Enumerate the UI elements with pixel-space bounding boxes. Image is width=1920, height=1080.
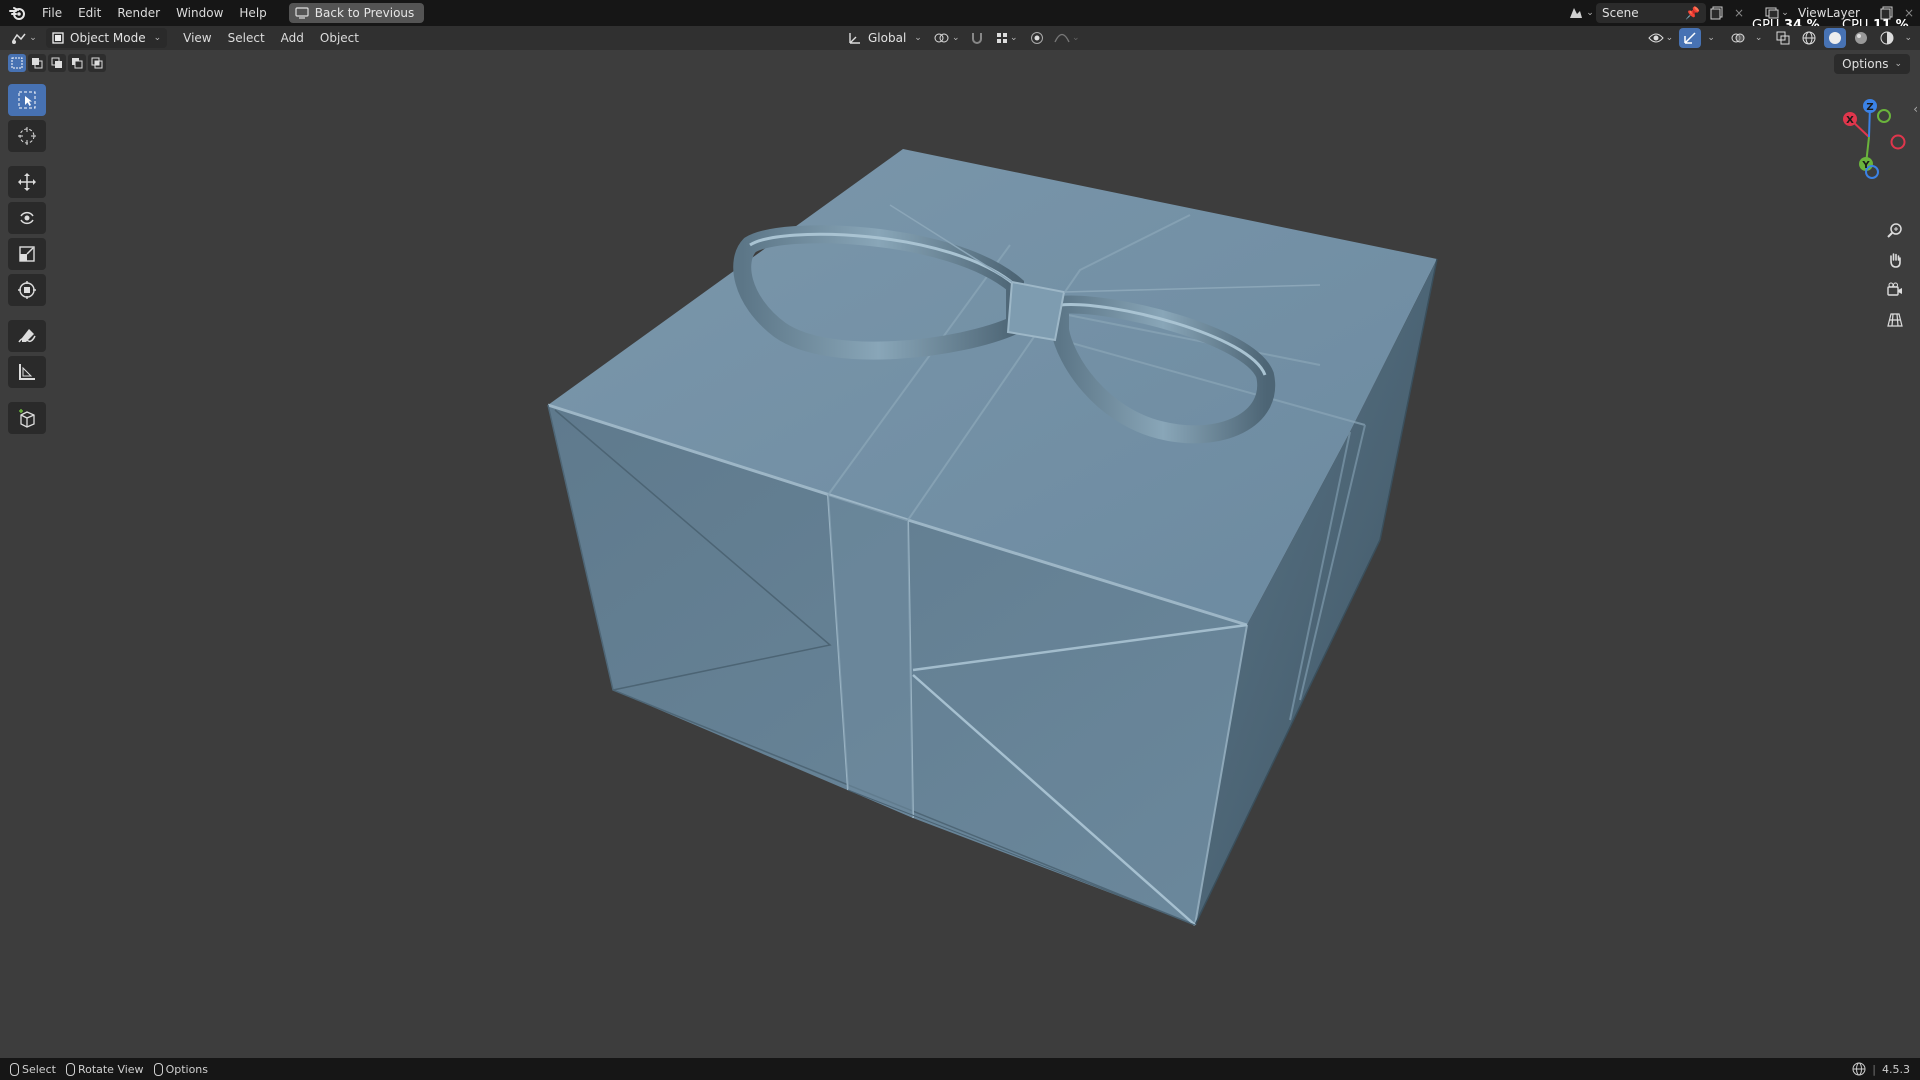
blender-logo-icon[interactable] (0, 0, 34, 26)
back-to-previous-button[interactable]: Back to Previous (288, 3, 425, 23)
shading-menu-chevron[interactable]: ⌄ (1904, 33, 1912, 43)
menu-window[interactable]: Window (168, 0, 231, 26)
header-menu-add[interactable]: Add (273, 26, 312, 50)
3d-viewport[interactable]: Options ⌄ ‹ X Y Z (0, 50, 1920, 1058)
proportional-edit-icon[interactable] (1026, 28, 1048, 48)
overlays-toggle-icon[interactable] (1727, 28, 1749, 48)
back-to-previous-label: Back to Previous (314, 6, 415, 20)
bow-knot (1006, 280, 1066, 342)
rendered-shading-icon[interactable] (1876, 28, 1898, 48)
overlays-menu-chevron[interactable]: ⌄ (1755, 33, 1763, 43)
globe-icon[interactable] (1852, 1062, 1866, 1076)
scene-selector-icon[interactable]: ⌄ (1566, 3, 1596, 23)
menu-edit[interactable]: Edit (70, 0, 109, 26)
status-rotate-hint: Rotate View (65, 1062, 144, 1076)
menu-help[interactable]: Help (231, 0, 274, 26)
mouse-left-icon (10, 1062, 19, 1076)
scene-name: Scene (1602, 6, 1639, 20)
mouse-right-icon (153, 1062, 163, 1076)
header-menu-view[interactable]: View (175, 26, 219, 50)
status-rotate-label: Rotate View (77, 1062, 144, 1076)
blender-version: 4.5.3 (1882, 1062, 1910, 1076)
falloff-icon[interactable]: ⌄ (1052, 28, 1082, 48)
viewport-header: ⌄ Object Mode ⌄ View Select Add Object G… (0, 26, 1920, 50)
object-mode-icon (52, 32, 64, 44)
xray-toggle-icon[interactable] (1772, 28, 1794, 48)
pivot-point-icon[interactable]: ⌄ (932, 28, 962, 48)
header-center-controls: Global ⌄ ⌄ ⌄ ⌄ (836, 26, 1082, 50)
object-mode-label: Object Mode (70, 31, 146, 45)
header-menu-object[interactable]: Object (312, 26, 367, 50)
transform-orientation-select[interactable]: Global ⌄ (842, 28, 928, 48)
screen-icon (295, 7, 309, 19)
visibility-icon[interactable]: ⌄ (1645, 28, 1675, 48)
gizmo-menu-chevron[interactable]: ⌄ (1707, 33, 1715, 43)
gizmo-toggle-icon[interactable] (1679, 28, 1702, 48)
top-menu-bar: File Edit Render Window Help Back to Pre… (0, 0, 1920, 26)
status-select-label: Select (22, 1062, 56, 1076)
material-shading-icon[interactable] (1850, 28, 1872, 48)
snap-target-icon[interactable]: ⌄ (992, 28, 1022, 48)
delete-scene-icon[interactable]: × (1728, 3, 1750, 23)
chevron-down-icon: ⌄ (153, 33, 162, 43)
status-select-hint: Select (10, 1062, 56, 1076)
snap-toggle-icon[interactable] (966, 28, 988, 48)
gift-box-model[interactable] (0, 50, 1920, 1058)
new-scene-icon[interactable] (1706, 3, 1728, 23)
orientation-label: Global (868, 31, 907, 45)
status-options-hint: Options (153, 1062, 209, 1076)
status-bar: Select Rotate View Options | 4.5.3 (0, 1058, 1920, 1080)
scene-field[interactable]: Scene 📌 (1596, 3, 1706, 23)
status-right: | 4.5.3 (1852, 1058, 1910, 1080)
editor-type-icon[interactable]: ⌄ (8, 28, 40, 48)
object-mode-select[interactable]: Object Mode ⌄ (46, 28, 168, 48)
menu-render[interactable]: Render (109, 0, 168, 26)
menu-file[interactable]: File (34, 0, 70, 26)
orientation-icon (849, 33, 860, 44)
header-right-controls: ⌄ ⌄ ⌄ ⌄ (1645, 26, 1912, 50)
solid-shading-icon[interactable] (1824, 28, 1847, 48)
mouse-middle-icon (65, 1062, 75, 1076)
header-menu-select[interactable]: Select (220, 26, 273, 50)
pin-icon[interactable]: 📌 (1685, 6, 1700, 20)
wireframe-shading-icon[interactable] (1798, 28, 1820, 48)
status-options-label: Options (165, 1062, 209, 1076)
